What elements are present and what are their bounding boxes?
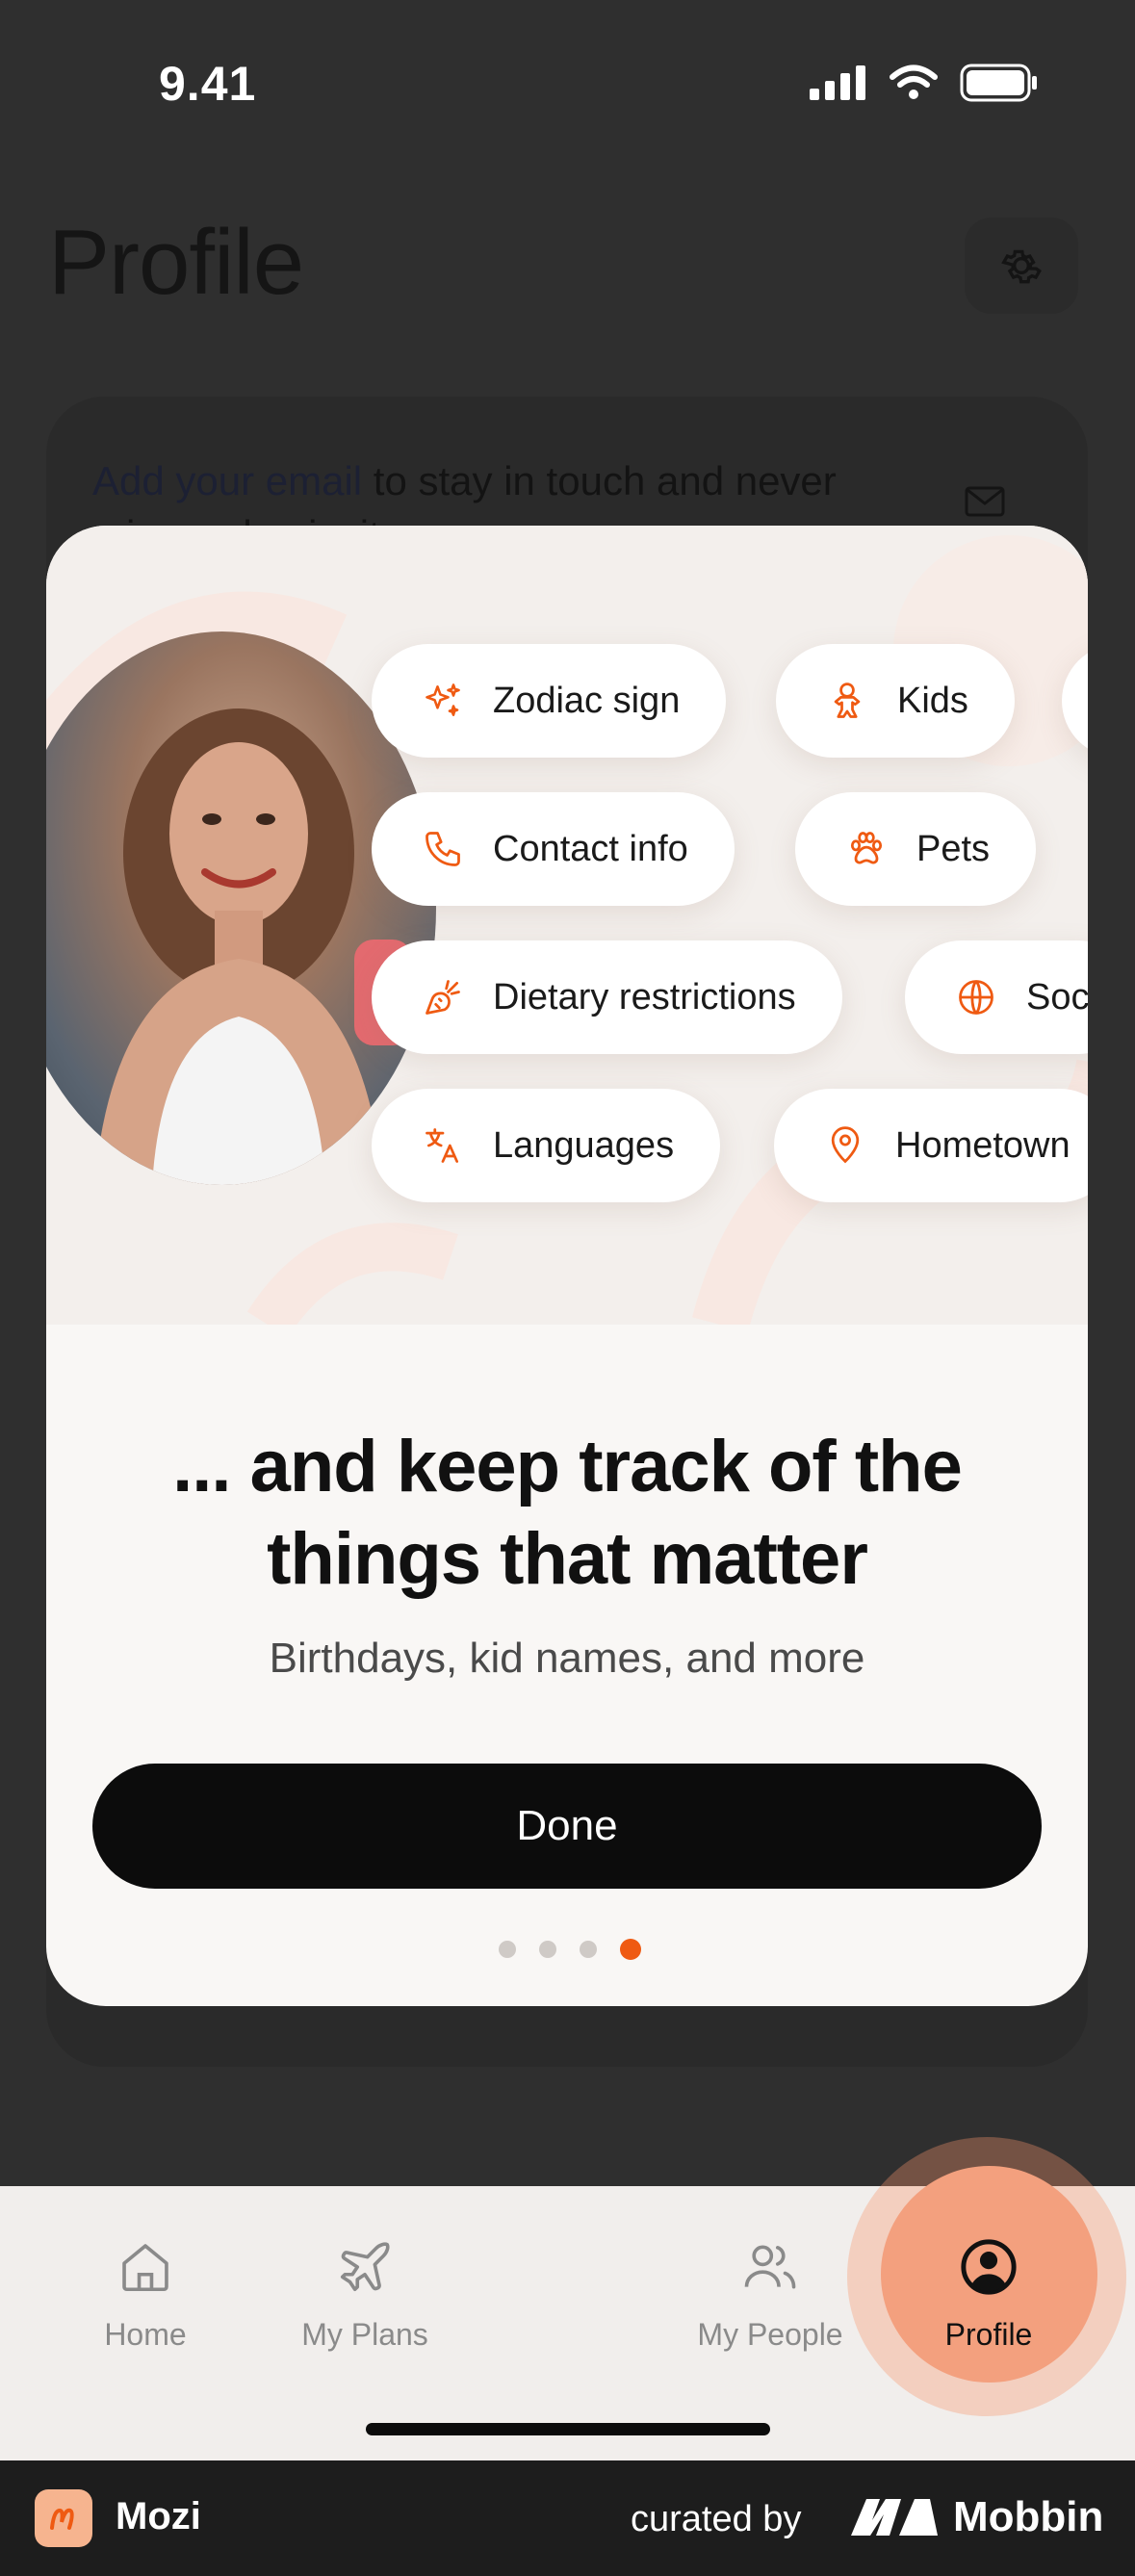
home-icon: [116, 2228, 175, 2306]
tab-label: My People: [697, 2317, 843, 2352]
page-dot[interactable]: [539, 1941, 556, 1958]
tab-label: Profile: [944, 2317, 1033, 2352]
brand-name: Mobbin: [953, 2493, 1104, 2540]
mail-icon: [965, 486, 1005, 517]
app-name: Mozi: [116, 2495, 201, 2537]
phone-icon: [422, 828, 464, 870]
chip-languages: Languages: [372, 1089, 721, 1202]
sparkles-icon: [422, 680, 464, 722]
gear-icon: [1001, 249, 1042, 284]
chip-label: Contact info: [493, 828, 688, 869]
home-indicator: [366, 2423, 770, 2435]
modal-hero: Zodiac sign Kids Contact info Pets Dieta…: [46, 526, 1088, 1325]
chip-kids: Kids: [776, 644, 1015, 758]
chip-contact-info: Contact info: [372, 792, 735, 906]
tab-home[interactable]: Home: [49, 2228, 242, 2353]
chip-hometown: Hometown: [774, 1089, 1088, 1202]
heading-line-2: things that matter: [267, 1518, 868, 1600]
people-icon: [740, 2228, 800, 2306]
tab-label: Home: [104, 2317, 187, 2352]
settings-button[interactable]: [965, 218, 1078, 314]
add-email-link[interactable]: Add your email: [92, 458, 362, 503]
page-dot[interactable]: [580, 1941, 597, 1958]
status-time: 9.41: [159, 57, 257, 111]
done-button[interactable]: Done: [92, 1764, 1042, 1889]
footer-bar: Mozi curated by Mobbin: [0, 2460, 1135, 2576]
paw-icon: [845, 828, 888, 870]
chip-dietary-restrictions: Dietary restrictions: [372, 940, 842, 1054]
globe-icon: [955, 976, 997, 1018]
page-dot[interactable]: [499, 1941, 516, 1958]
heading-line-1: ... and keep track of the: [172, 1426, 963, 1507]
gingerbread-icon: [826, 680, 868, 722]
battery-icon: [960, 64, 1037, 102]
tab-my-plans[interactable]: My Plans: [269, 2228, 461, 2353]
page-indicator: [499, 1939, 641, 1960]
tab-my-people[interactable]: My People: [674, 2228, 866, 2353]
map-pin-icon: [824, 1124, 866, 1167]
translate-icon: [422, 1124, 464, 1167]
chip-label: Hometown: [895, 1124, 1071, 1166]
status-bar: 9.41: [0, 0, 1135, 164]
chip-pets: Pets: [795, 792, 1037, 906]
onboarding-modal: Zodiac sign Kids Contact info Pets Dieta…: [46, 526, 1088, 2006]
chip-social: Soc: [905, 940, 1088, 1054]
mozi-app-icon: [35, 2489, 92, 2547]
email-prompt: Add your email to stay in touch and neve…: [92, 454, 920, 531]
chip-label: Pets: [916, 828, 991, 869]
chip-label: Soc: [1026, 976, 1088, 1018]
chip-label: Zodiac sign: [493, 680, 681, 721]
mobbin-logo-icon: [851, 2499, 938, 2536]
chip-label: Kids: [897, 680, 968, 721]
signal-icon: [810, 65, 865, 100]
chip-zodiac-sign: Zodiac sign: [372, 644, 727, 758]
modal-subtitle: Birthdays, kid names, and more: [269, 1635, 865, 1682]
page-dot-active[interactable]: [620, 1939, 641, 1960]
page-title: Profile: [48, 211, 304, 314]
tab-profile[interactable]: Profile: [892, 2228, 1085, 2353]
plane-icon: [335, 2228, 395, 2306]
carrot-icon: [422, 976, 464, 1018]
user-circle-icon: [957, 2228, 1020, 2306]
chip-label: Languages: [493, 1124, 675, 1166]
modal-heading: ... and keep track of the things that ma…: [46, 1421, 1088, 1606]
wifi-icon: [890, 64, 938, 99]
curated-by-text: curated by: [631, 2499, 802, 2539]
status-icons: [810, 64, 1039, 102]
chip-label: Dietary restrictions: [493, 976, 796, 1018]
tab-label: My Plans: [301, 2317, 428, 2352]
